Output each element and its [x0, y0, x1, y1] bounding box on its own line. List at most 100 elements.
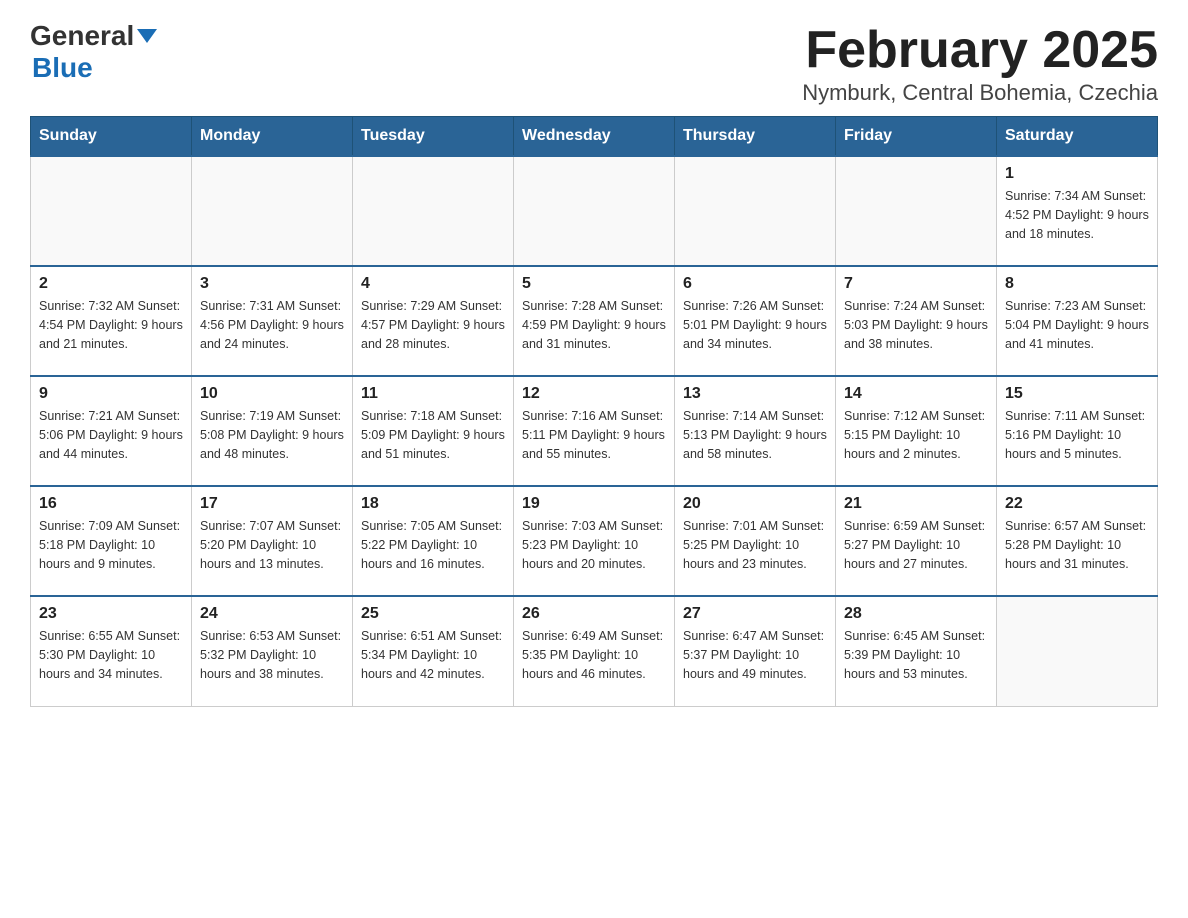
- day-info: Sunrise: 7:28 AM Sunset: 4:59 PM Dayligh…: [522, 297, 666, 353]
- day-number: 22: [1005, 495, 1149, 513]
- table-row: [192, 156, 353, 266]
- table-row: 19 Sunrise: 7:03 AM Sunset: 5:23 PM Dayli…: [514, 486, 675, 596]
- table-row: [353, 156, 514, 266]
- day-info: Sunrise: 6:45 AM Sunset: 5:39 PM Dayligh…: [844, 627, 988, 683]
- day-number: 10: [200, 385, 344, 403]
- table-row: 10 Sunrise: 7:19 AM Sunset: 5:08 PM Dayli…: [192, 376, 353, 486]
- day-info: Sunrise: 7:19 AM Sunset: 5:08 PM Dayligh…: [200, 407, 344, 463]
- logo-blue: Blue: [32, 52, 93, 83]
- day-number: 8: [1005, 275, 1149, 293]
- day-info: Sunrise: 7:21 AM Sunset: 5:06 PM Dayligh…: [39, 407, 183, 463]
- col-saturday: Saturday: [997, 117, 1158, 157]
- day-number: 25: [361, 605, 505, 623]
- logo-arrow-icon: [137, 29, 157, 43]
- day-number: 21: [844, 495, 988, 513]
- day-number: 24: [200, 605, 344, 623]
- day-info: Sunrise: 7:26 AM Sunset: 5:01 PM Dayligh…: [683, 297, 827, 353]
- table-row: 11Sunrise: 7:18 AM Sunset: 5:09 PM Dayli…: [353, 376, 514, 486]
- table-row: 18 Sunrise: 7:05 AM Sunset: 5:22 PM Dayli…: [353, 486, 514, 596]
- day-number: 12: [522, 385, 666, 403]
- day-number: 17: [200, 495, 344, 513]
- day-number: 3: [200, 275, 344, 293]
- day-info: Sunrise: 7:34 AM Sunset: 4:52 PM Dayligh…: [1005, 187, 1149, 243]
- table-row: 26 Sunrise: 6:49 AM Sunset: 5:35 PM Dayli…: [514, 596, 675, 706]
- day-number: 9: [39, 385, 183, 403]
- table-row: 1 Sunrise: 7:34 AM Sunset: 4:52 PM Daylig…: [997, 156, 1158, 266]
- table-row: 14Sunrise: 7:12 AM Sunset: 5:15 PM Dayli…: [836, 376, 997, 486]
- day-number: 4: [361, 275, 505, 293]
- calendar-week-row: 1 Sunrise: 7:34 AM Sunset: 4:52 PM Daylig…: [31, 156, 1158, 266]
- day-info: Sunrise: 7:03 AM Sunset: 5:23 PM Dayligh…: [522, 517, 666, 573]
- table-row: 24 Sunrise: 6:53 AM Sunset: 5:32 PM Dayli…: [192, 596, 353, 706]
- table-row: 23 Sunrise: 6:55 AM Sunset: 5:30 PM Dayli…: [31, 596, 192, 706]
- day-info: Sunrise: 6:59 AM Sunset: 5:27 PM Dayligh…: [844, 517, 988, 573]
- table-row: 12 Sunrise: 7:16 AM Sunset: 5:11 PM Dayli…: [514, 376, 675, 486]
- table-row: [675, 156, 836, 266]
- table-row: [836, 156, 997, 266]
- day-info: Sunrise: 7:07 AM Sunset: 5:20 PM Dayligh…: [200, 517, 344, 573]
- table-row: 27 Sunrise: 6:47 AM Sunset: 5:37 PM Dayli…: [675, 596, 836, 706]
- logo: General Blue: [30, 20, 157, 84]
- table-row: 9 Sunrise: 7:21 AM Sunset: 5:06 PM Daylig…: [31, 376, 192, 486]
- col-friday: Friday: [836, 117, 997, 157]
- day-info: Sunrise: 6:47 AM Sunset: 5:37 PM Dayligh…: [683, 627, 827, 683]
- col-thursday: Thursday: [675, 117, 836, 157]
- day-number: 23: [39, 605, 183, 623]
- day-info: Sunrise: 7:05 AM Sunset: 5:22 PM Dayligh…: [361, 517, 505, 573]
- day-number: 5: [522, 275, 666, 293]
- day-info: Sunrise: 7:29 AM Sunset: 4:57 PM Dayligh…: [361, 297, 505, 353]
- day-number: 1: [1005, 165, 1149, 183]
- day-number: 13: [683, 385, 827, 403]
- table-row: 3 Sunrise: 7:31 AM Sunset: 4:56 PM Daylig…: [192, 266, 353, 376]
- table-row: 17 Sunrise: 7:07 AM Sunset: 5:20 PM Dayli…: [192, 486, 353, 596]
- day-info: Sunrise: 6:49 AM Sunset: 5:35 PM Dayligh…: [522, 627, 666, 683]
- page-subtitle: Nymburk, Central Bohemia, Czechia: [802, 80, 1158, 106]
- table-row: [31, 156, 192, 266]
- day-number: 18: [361, 495, 505, 513]
- day-info: Sunrise: 7:32 AM Sunset: 4:54 PM Dayligh…: [39, 297, 183, 353]
- table-row: 4 Sunrise: 7:29 AM Sunset: 4:57 PM Daylig…: [353, 266, 514, 376]
- day-info: Sunrise: 7:16 AM Sunset: 5:11 PM Dayligh…: [522, 407, 666, 463]
- table-row: 25 Sunrise: 6:51 AM Sunset: 5:34 PM Dayli…: [353, 596, 514, 706]
- day-number: 16: [39, 495, 183, 513]
- table-row: 5 Sunrise: 7:28 AM Sunset: 4:59 PM Daylig…: [514, 266, 675, 376]
- page-header: General Blue February 2025 Nymburk, Cent…: [30, 20, 1158, 106]
- calendar-header-row: Sunday Monday Tuesday Wednesday Thursday…: [31, 117, 1158, 157]
- day-number: 28: [844, 605, 988, 623]
- day-info: Sunrise: 7:09 AM Sunset: 5:18 PM Dayligh…: [39, 517, 183, 573]
- day-number: 15: [1005, 385, 1149, 403]
- day-number: 2: [39, 275, 183, 293]
- calendar-week-row: 9 Sunrise: 7:21 AM Sunset: 5:06 PM Daylig…: [31, 376, 1158, 486]
- col-sunday: Sunday: [31, 117, 192, 157]
- day-info: Sunrise: 6:53 AM Sunset: 5:32 PM Dayligh…: [200, 627, 344, 683]
- day-number: 14: [844, 385, 988, 403]
- col-tuesday: Tuesday: [353, 117, 514, 157]
- day-number: 7: [844, 275, 988, 293]
- col-wednesday: Wednesday: [514, 117, 675, 157]
- day-number: 11: [361, 385, 505, 403]
- title-block: February 2025 Nymburk, Central Bohemia, …: [802, 20, 1158, 106]
- page-title: February 2025: [802, 20, 1158, 80]
- table-row: 28 Sunrise: 6:45 AM Sunset: 5:39 PM Dayli…: [836, 596, 997, 706]
- day-info: Sunrise: 6:51 AM Sunset: 5:34 PM Dayligh…: [361, 627, 505, 683]
- calendar-week-row: 2 Sunrise: 7:32 AM Sunset: 4:54 PM Daylig…: [31, 266, 1158, 376]
- table-row: 6Sunrise: 7:26 AM Sunset: 5:01 PM Daylig…: [675, 266, 836, 376]
- day-number: 27: [683, 605, 827, 623]
- table-row: 13Sunrise: 7:14 AM Sunset: 5:13 PM Dayli…: [675, 376, 836, 486]
- day-info: Sunrise: 7:31 AM Sunset: 4:56 PM Dayligh…: [200, 297, 344, 353]
- day-info: Sunrise: 6:55 AM Sunset: 5:30 PM Dayligh…: [39, 627, 183, 683]
- table-row: 16 Sunrise: 7:09 AM Sunset: 5:18 PM Dayli…: [31, 486, 192, 596]
- table-row: 8 Sunrise: 7:23 AM Sunset: 5:04 PM Daylig…: [997, 266, 1158, 376]
- table-row: 21 Sunrise: 6:59 AM Sunset: 5:27 PM Dayli…: [836, 486, 997, 596]
- day-info: Sunrise: 6:57 AM Sunset: 5:28 PM Dayligh…: [1005, 517, 1149, 573]
- table-row: [997, 596, 1158, 706]
- day-number: 26: [522, 605, 666, 623]
- calendar-table: Sunday Monday Tuesday Wednesday Thursday…: [30, 116, 1158, 707]
- table-row: 20Sunrise: 7:01 AM Sunset: 5:25 PM Dayli…: [675, 486, 836, 596]
- day-number: 20: [683, 495, 827, 513]
- table-row: 2 Sunrise: 7:32 AM Sunset: 4:54 PM Daylig…: [31, 266, 192, 376]
- day-info: Sunrise: 7:23 AM Sunset: 5:04 PM Dayligh…: [1005, 297, 1149, 353]
- day-number: 19: [522, 495, 666, 513]
- calendar-week-row: 23 Sunrise: 6:55 AM Sunset: 5:30 PM Dayli…: [31, 596, 1158, 706]
- table-row: 15Sunrise: 7:11 AM Sunset: 5:16 PM Dayli…: [997, 376, 1158, 486]
